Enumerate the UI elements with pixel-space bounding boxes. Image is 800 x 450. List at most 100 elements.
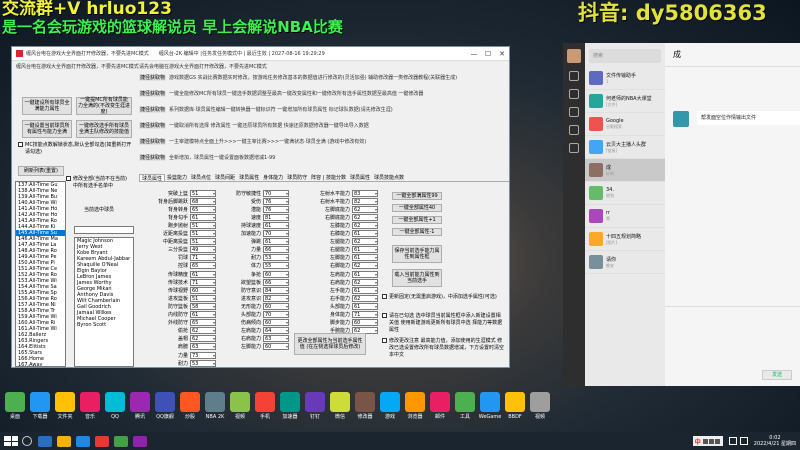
attribute-value-input[interactable]: 61 ▾ [352,230,378,237]
attribute-value-input[interactable]: 49 ▾ [190,246,216,254]
spin-arrow-icon[interactable]: ▾ [286,328,288,333]
roster-item[interactable]: Byron Scott [75,322,133,328]
update-fixed-checkbox[interactable]: 更新固定(无需重启游戏)，中添加选手属性(可选) [382,293,504,300]
maximize-button[interactable]: ☐ [481,47,495,61]
wechat-icon[interactable] [114,435,128,447]
all-99-button[interactable]: 一键全部满属性99 [392,192,442,200]
tab-item[interactable]: 球员属性 [237,174,261,181]
spin-arrow-icon[interactable]: ▾ [213,296,215,301]
close-button[interactable]: ✕ [495,47,509,61]
chat-search-input[interactable]: 搜索 [589,49,661,63]
current-player-full-button[interactable]: 一键设置当前球员所有属性与能力全满 [22,120,72,138]
attribute-value-input[interactable]: 62 ▾ [352,213,378,221]
send-button[interactable]: 发送 [762,370,792,380]
attribute-value-input[interactable]: 51 ▾ [190,221,216,229]
checkbox-box[interactable] [66,176,71,181]
spin-arrow-icon[interactable]: ▾ [286,207,288,212]
attribute-value-input[interactable]: 63 ▾ [190,343,216,351]
tab-item[interactable]: 球员技能点数 [372,174,406,181]
tab-item[interactable]: 阵容 | 技能分数 [309,174,348,181]
hotkey-key[interactable]: 捷径获取物 [139,153,167,161]
attribute-value-input[interactable]: 62 ▾ [352,238,378,246]
attribute-value-input[interactable]: 61 ▾ [190,270,216,278]
hotkey-key[interactable]: 捷径获取物 [139,73,167,81]
spin-arrow-icon[interactable]: ▾ [286,320,288,325]
spin-arrow-icon[interactable]: ▾ [375,239,377,244]
spin-arrow-icon[interactable]: ▾ [286,191,288,196]
spin-arrow-icon[interactable]: ▾ [286,223,288,228]
spin-arrow-icon[interactable]: ▾ [213,231,215,236]
attribute-value-input[interactable]: 82 ▾ [352,197,378,205]
attribute-value-input[interactable]: 71 ▾ [190,254,216,262]
attribute-value-input[interactable]: 83 ▾ [352,189,378,197]
all-minus-one-button[interactable]: 一键全部属性-1 [392,228,442,236]
spin-arrow-icon[interactable]: ▾ [286,231,288,236]
spin-arrow-icon[interactable]: ▾ [213,191,215,196]
spin-arrow-icon[interactable]: ▾ [213,215,215,220]
attribute-value-input[interactable]: 51 ▾ [190,230,216,237]
conversation-item[interactable]: 十四五规划简略 [图片] [585,228,665,251]
attribute-value-input[interactable]: 53 ▾ [190,359,216,367]
spin-arrow-icon[interactable]: ▾ [375,263,377,268]
spin-arrow-icon[interactable]: ▾ [375,207,377,212]
attribute-value-input[interactable]: 62 ▾ [352,221,378,229]
tab-item[interactable]: 球员点位 [189,174,213,181]
spin-arrow-icon[interactable]: ▾ [213,353,215,358]
tab-item[interactable]: 身体能力 [261,174,285,181]
mc-unlock-checkbox[interactable]: MC技能点数解锁状态,默认全部勾选(如重新打开请勾选) [18,141,133,155]
spin-arrow-icon[interactable]: ▾ [286,312,288,317]
attribute-value-input[interactable]: 60 ▾ [352,319,378,327]
attribute-value-input[interactable]: 71 ▾ [352,311,378,318]
attribute-value-input[interactable]: 84 ▾ [263,286,289,294]
attribute-value-input[interactable]: 61 ▾ [190,213,216,221]
folder-icon[interactable] [569,125,579,135]
tab-item[interactable]: 球员属性 [348,174,372,181]
attribute-value-input[interactable]: 66 ▾ [263,246,289,254]
spin-arrow-icon[interactable]: ▾ [375,215,377,220]
attribute-value-input[interactable]: 76 ▾ [263,197,289,205]
attribute-value-input[interactable]: 61 ▾ [263,238,289,246]
explorer-icon[interactable] [57,435,71,447]
app-icon[interactable] [95,435,109,447]
spin-arrow-icon[interactable]: ▾ [213,304,215,309]
player-listbox[interactable]: 137.All-Time Gu 138.All-Time Ne 139.All-Ti… [15,181,66,367]
desktop-icon[interactable]: 视频 [525,392,555,420]
spin-arrow-icon[interactable]: ▾ [375,328,377,333]
search-icon[interactable] [22,436,32,446]
spin-arrow-icon[interactable]: ▾ [375,296,377,301]
spin-arrow-icon[interactable]: ▾ [286,199,288,204]
tab-item[interactable]: 球员间距 [213,174,237,181]
spin-arrow-icon[interactable]: ▾ [213,239,215,244]
conversation-item[interactable]: 云贝大主播人头群 [链接] [585,136,665,159]
volume-icon[interactable] [739,437,748,445]
attribute-value-input[interactable]: 60 ▾ [263,343,289,351]
conversation-item[interactable]: 成好的 [585,159,665,182]
spin-arrow-icon[interactable]: ▾ [375,312,377,317]
attribute-value-input[interactable]: 70 ▾ [263,230,289,237]
spin-arrow-icon[interactable]: ▾ [375,223,377,228]
conversation-item[interactable]: 请你 晚安 [585,251,665,274]
spin-arrow-icon[interactable]: ▾ [213,312,215,317]
modify-all-checkbox[interactable]: 修改全部(当前不在当前)中所有选手名单中 [66,175,130,189]
spin-arrow-icon[interactable]: ▾ [213,223,215,228]
spin-arrow-icon[interactable]: ▾ [286,288,288,293]
attribute-value-input[interactable]: 53 ▾ [263,254,289,262]
conversation-item[interactable]: 文件传输助手 1 [585,67,665,90]
spin-arrow-icon[interactable]: ▾ [375,199,377,204]
attribute-value-input[interactable]: 58 ▾ [190,302,216,310]
checkbox-box[interactable] [382,294,387,299]
attribute-value-input[interactable]: 61 ▾ [263,221,289,229]
attribute-value-input[interactable]: 68 ▾ [190,197,216,205]
attribute-value-input[interactable]: 61 ▾ [352,286,378,294]
spin-arrow-icon[interactable]: ▾ [286,272,288,277]
attribute-value-input[interactable]: 51 ▾ [190,294,216,302]
spin-arrow-icon[interactable]: ▾ [213,199,215,204]
spin-arrow-icon[interactable]: ▾ [286,280,288,285]
title-bar[interactable]: 缠风台电在游戏大全界面打开修改器，不要先进MC模式 缠风台-2K 编辑中 |任务… [12,47,509,61]
new-build-checkbox[interactable]: 请在已勾选 选中球员当前属性框中添入新建设置相关值 使用新建游戏更新所有球员中选… [382,312,504,333]
attribute-value-input[interactable]: 66 ▾ [263,278,289,286]
attribute-value-input[interactable]: 62 ▾ [190,327,216,335]
favorites-icon[interactable] [569,107,579,117]
attribute-value-input[interactable]: 60 ▾ [263,270,289,278]
spin-arrow-icon[interactable]: ▾ [286,304,288,309]
